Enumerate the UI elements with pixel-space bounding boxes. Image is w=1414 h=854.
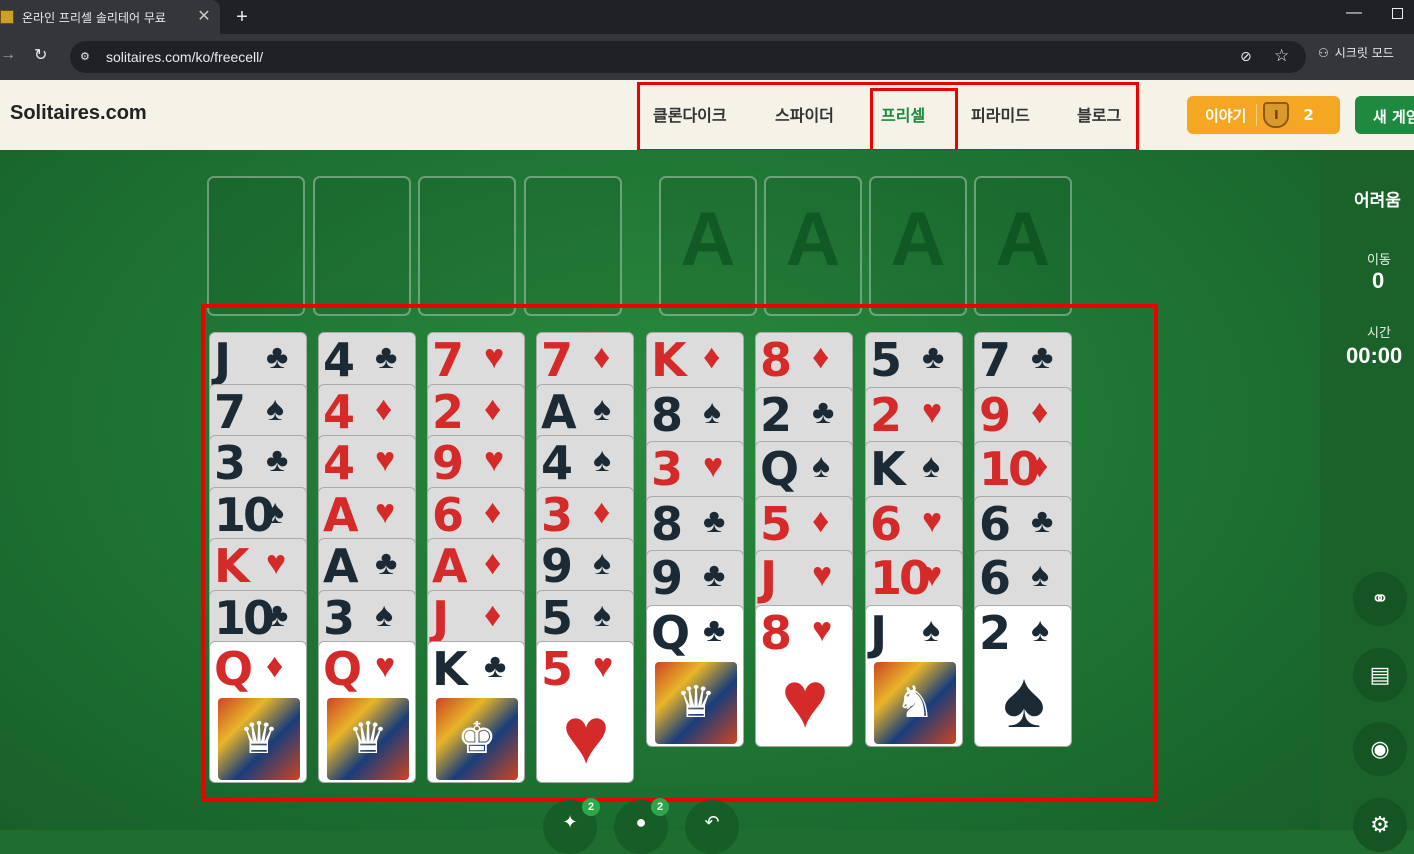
minimize-window-button[interactable]: — [1346,4,1362,22]
moves-label: 이동 [1367,253,1391,268]
undo-icon[interactable]: ↶ [685,800,739,854]
new-tab-button[interactable]: + [230,5,254,29]
foundation-pile[interactable]: A [764,176,862,316]
url-text[interactable]: solitaires.com/ko/freecell/ [106,49,263,65]
foundation-ace-label: A [995,197,1051,282]
free-cell[interactable] [418,176,516,316]
auto-move-badge: 2 [651,798,669,816]
site-settings-icon[interactable]: ⚙ [80,50,94,64]
address-bar[interactable]: ⚙ solitaires.com/ko/freecell/ ⊘ ☆ [70,41,1306,73]
browser-tab-bar: 온라인 프리셀 솔리테어 무료 ✕ + — [0,0,1414,34]
settings-gear-icon[interactable]: ⚙ [1353,798,1407,852]
browser-toolbar: → ↻ ⚙ solitaires.com/ko/freecell/ ⊘ ☆ ⚇ 시… [0,34,1414,80]
time-label: 시간 [1367,326,1391,341]
new-game-button[interactable]: 새 게임 [1355,96,1414,134]
foundation-ace-label: A [890,197,946,282]
time-value: 00:00 [1346,343,1403,368]
incognito-indicator[interactable]: ⚇ 시크릿 모드 [1318,44,1394,61]
share-icon[interactable]: ⚭ [1353,572,1407,626]
foundation-ace-label: A [680,197,736,282]
nav-item-blog[interactable]: 블로그 [1077,102,1121,126]
story-label: 이야기 [1205,106,1247,125]
story-count: 2 [1303,106,1314,124]
tab-title: 온라인 프리셀 솔리테어 무료 [22,10,166,25]
story-divider [1256,104,1258,126]
bookmark-star-icon[interactable]: ☆ [1274,46,1289,66]
moves-value: 0 [1372,268,1385,293]
tableau-highlight [201,304,1158,802]
eye-off-icon[interactable]: ⊘ [1240,48,1252,65]
free-cell[interactable] [207,176,305,316]
reload-icon[interactable]: ↻ [34,45,47,65]
free-cell[interactable] [313,176,411,316]
free-cell[interactable] [524,176,622,316]
site-header: Solitaires.com 클론다이크 스파이더 프리셀 피라미드 블로그 이… [0,80,1414,158]
forward-arrow-icon[interactable]: → [0,46,16,64]
nav-item-spider[interactable]: 스파이더 [775,102,834,126]
browser-tab[interactable]: 온라인 프리셀 솔리테어 무료 ✕ [0,0,220,34]
incognito-label: 시크릿 모드 [1334,46,1394,60]
incognito-icon: ⚇ [1318,46,1329,60]
shield-icon: I [1263,102,1290,128]
story-button[interactable]: 이야기 I 2 [1187,96,1340,134]
nav-item-pyramid[interactable]: 피라미드 [971,102,1030,126]
close-tab-icon[interactable]: ✕ [194,7,214,27]
foundation-pile[interactable]: A [974,176,1072,316]
active-nav-highlight [870,88,958,158]
rules-book-icon[interactable]: ▤ [1353,648,1407,702]
foundation-pile[interactable]: A [869,176,967,316]
difficulty-label[interactable]: 어려움 [1354,186,1401,211]
theme-palette-icon[interactable]: ◉ [1353,722,1407,776]
maximize-window-button[interactable] [1392,8,1403,19]
foundation-pile[interactable]: A [659,176,757,316]
nav-item-klondike[interactable]: 클론다이크 [653,102,727,126]
site-logo[interactable]: Solitaires.com [10,102,147,125]
hint-badge: 2 [582,798,600,816]
site-favicon-icon [0,10,14,24]
foundation-ace-label: A [785,197,841,282]
